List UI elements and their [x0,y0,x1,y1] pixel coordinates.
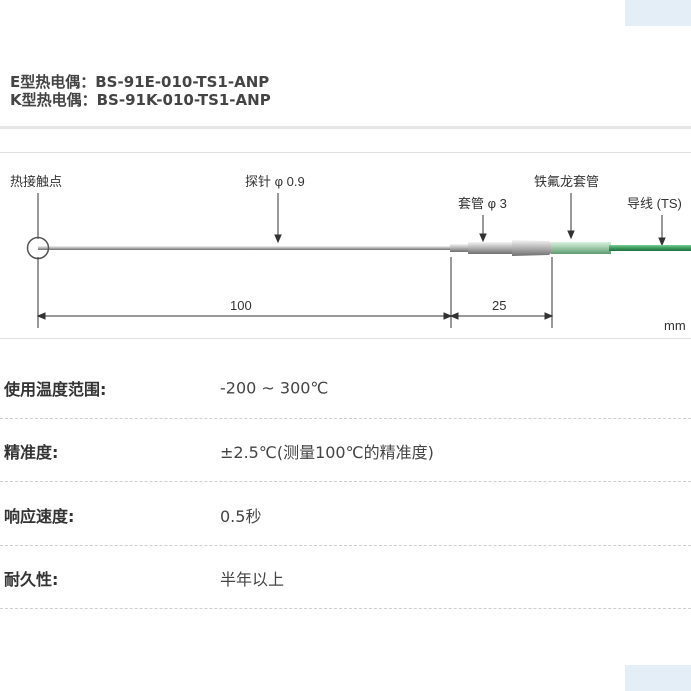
spec-row-response-speed: 响应速度: 0.5秒 [0,483,691,546]
spec-label: 精准度: [4,442,59,462]
label-probe: 探针 φ 0.9 [245,174,305,189]
sleeve-tube [468,242,514,254]
dim-sleeve-length: 25 [492,298,506,313]
dimension-lines [36,257,554,328]
product-title: E型热电偶：BS-91E-010-TS1-ANP K型热电偶：BS-91K-01… [10,73,271,109]
lead-wire [609,245,691,251]
label-lead-wire: 导线 (TS) [627,196,682,211]
spec-row-durability: 耐久性: 半年以上 [0,546,691,609]
label-junction: 热接触点 [10,174,62,189]
dim-unit: mm [664,318,686,333]
spec-label: 使用温度范围: [4,379,107,399]
dim-arrow-4 [544,312,554,320]
title-e-type: E型热电偶：BS-91E-010-TS1-ANP [10,73,270,91]
probe-arrow-head [274,234,282,244]
top-right-nav-button[interactable] [625,0,691,26]
sleeve-cone [512,240,552,256]
lead-arrow-head [658,237,666,247]
spec-value: 0.5秒 [220,506,262,526]
spec-row-temperature-range: 使用温度范围: -200 ~ 300℃ [0,356,691,419]
spec-value: -200 ~ 300℃ [220,378,329,397]
label-sleeve: 套管 φ 3 [458,196,507,211]
bottom-right-nav-button[interactable] [625,665,691,691]
spec-row-accuracy: 精准度: ±2.5℃(测量100℃的精准度) [0,419,691,482]
section-divider [0,126,691,129]
probe-needle [38,246,453,250]
label-ptfe: 铁氟龙套管 [534,174,599,189]
dim-arrow-1 [36,312,46,320]
dim-arrow-3 [449,312,459,320]
diagram-svg: 热接触点 探针 φ 0.9 套管 φ 3 铁氟龙套管 导线 (TS) 100 2… [10,174,691,333]
spec-value: 半年以上 [220,569,285,589]
ptfe-arrow-head [567,230,575,240]
ptfe-tube [551,242,611,254]
title-k-type: K型热电偶：BS-91K-010-TS1-ANP [10,91,271,109]
spec-label: 响应速度: [4,506,75,526]
sleeve-arrow-head [479,233,487,243]
spec-label: 耐久性: [4,569,59,589]
dim-probe-length: 100 [230,298,252,313]
pointer-arrows [37,193,666,247]
thermocouple-diagram: 热接触点 探针 φ 0.9 套管 φ 3 铁氟龙套管 导线 (TS) 100 2… [0,152,691,339]
spec-value: ±2.5℃(测量100℃的精准度) [220,442,434,462]
